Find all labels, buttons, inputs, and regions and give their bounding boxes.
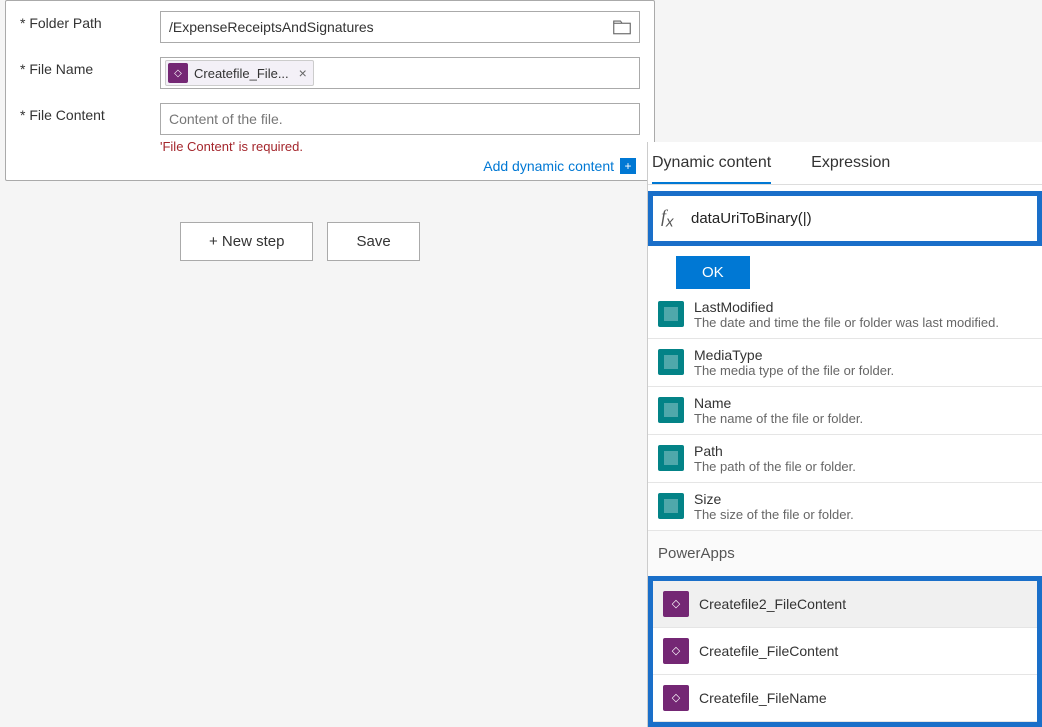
dc-item-mediatype[interactable]: MediaType The media type of the file or … <box>648 339 1042 387</box>
pa-item-label: Createfile_FileName <box>699 690 827 706</box>
file-name-label: File Name <box>20 57 160 77</box>
dc-desc: The date and time the file or folder was… <box>694 315 1032 330</box>
dc-desc: The size of the file or folder. <box>694 507 1032 522</box>
action-card: Folder Path /ExpenseReceiptsAndSignature… <box>5 0 655 181</box>
dc-title: LastModified <box>694 299 1032 315</box>
file-name-input[interactable]: ◇ Createfile_File... × <box>160 57 640 89</box>
dc-item-path[interactable]: Path The path of the file or folder. <box>648 435 1042 483</box>
dc-title: Size <box>694 491 1032 507</box>
pa-item-createfile-filecontent[interactable]: ◇ Createfile_FileContent <box>653 628 1037 675</box>
file-content-input[interactable]: Content of the file. <box>160 103 640 135</box>
fx-icon: fx <box>661 206 681 231</box>
dc-title: MediaType <box>694 347 1032 363</box>
file-name-token[interactable]: ◇ Createfile_File... × <box>165 60 314 86</box>
powerapps-icon: ◇ <box>663 591 689 617</box>
dc-title: Name <box>694 395 1032 411</box>
file-name-row: File Name ◇ Createfile_File... × <box>20 57 640 89</box>
panel-tabs: Dynamic content Expression <box>648 142 1042 185</box>
dc-item-name[interactable]: Name The name of the file or folder. <box>648 387 1042 435</box>
add-dynamic-row: Add dynamic content + <box>20 158 640 176</box>
sharepoint-icon <box>658 301 684 327</box>
tab-dynamic-content[interactable]: Dynamic content <box>652 154 771 184</box>
new-step-button[interactable]: + New step <box>180 222 313 261</box>
plus-icon: + <box>620 158 636 174</box>
file-content-row: File Content Content of the file. 'File … <box>20 103 640 154</box>
dynamic-items-list: LastModified The date and time the file … <box>648 291 1042 531</box>
powerapps-icon: ◇ <box>663 638 689 664</box>
pa-item-label: Createfile2_FileContent <box>699 596 846 612</box>
sharepoint-icon <box>658 493 684 519</box>
pa-item-label: Createfile_FileContent <box>699 643 838 659</box>
file-content-label: File Content <box>20 103 160 123</box>
folder-picker-icon[interactable] <box>613 19 631 35</box>
pa-item-createfile-filename[interactable]: ◇ Createfile_FileName <box>653 675 1037 722</box>
powerapps-icon: ◇ <box>168 63 188 83</box>
powerapps-section-header: PowerApps <box>648 531 1042 576</box>
fx-row: fx <box>653 196 1037 241</box>
dc-item-lastmodified[interactable]: LastModified The date and time the file … <box>648 291 1042 339</box>
token-text: Createfile_File... <box>194 66 289 81</box>
powerapps-icon: ◇ <box>663 685 689 711</box>
folder-path-label: Folder Path <box>20 11 160 31</box>
dc-title: Path <box>694 443 1032 459</box>
folder-path-row: Folder Path /ExpenseReceiptsAndSignature… <box>20 11 640 43</box>
step-buttons: + New step Save <box>180 222 420 261</box>
file-content-placeholder: Content of the file. <box>169 111 283 127</box>
ok-button[interactable]: OK <box>676 256 750 289</box>
dc-desc: The name of the file or folder. <box>694 411 1032 426</box>
add-dynamic-label: Add dynamic content <box>483 158 614 174</box>
powerapps-highlight: ◇ Createfile2_FileContent ◇ Createfile_F… <box>648 576 1042 727</box>
dc-item-size[interactable]: Size The size of the file or folder. <box>648 483 1042 531</box>
dc-desc: The path of the file or folder. <box>694 459 1032 474</box>
dc-desc: The media type of the file or folder. <box>694 363 1032 378</box>
tab-expression[interactable]: Expression <box>811 154 890 184</box>
folder-path-input[interactable]: /ExpenseReceiptsAndSignatures <box>160 11 640 43</box>
file-content-error: 'File Content' is required. <box>160 139 640 154</box>
token-remove-icon[interactable]: × <box>299 65 307 81</box>
folder-path-value: /ExpenseReceiptsAndSignatures <box>169 19 374 35</box>
sharepoint-icon <box>658 445 684 471</box>
sharepoint-icon <box>658 397 684 423</box>
pa-item-createfile2-filecontent[interactable]: ◇ Createfile2_FileContent <box>653 581 1037 628</box>
sharepoint-icon <box>658 349 684 375</box>
expression-input[interactable] <box>691 210 1029 227</box>
expression-highlight: fx <box>648 191 1042 246</box>
save-button[interactable]: Save <box>327 222 419 261</box>
add-dynamic-content-link[interactable]: Add dynamic content + <box>483 158 636 174</box>
dynamic-content-panel: Dynamic content Expression fx OK LastMod… <box>647 142 1042 727</box>
